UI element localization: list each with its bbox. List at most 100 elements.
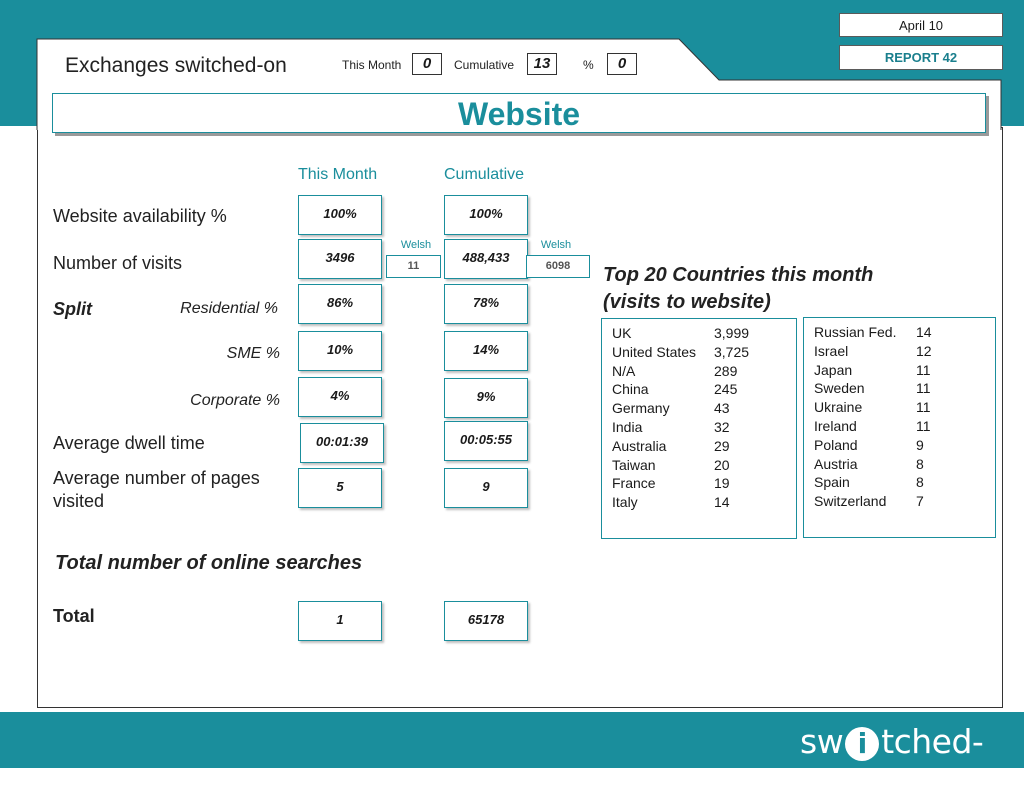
corporate-cumulative-value: 9% [444, 378, 528, 418]
country-name: UK [612, 325, 632, 341]
availability-cumulative-value: 100% [444, 195, 528, 235]
residential-month-value: 86% [298, 284, 382, 324]
country-name: N/A [612, 362, 636, 379]
column-header-cumulative: Cumulative [444, 166, 525, 183]
this-month-label: This Month [342, 58, 402, 72]
availability-label: Website availability % [53, 206, 227, 226]
country-row: Germany 43 [612, 399, 796, 418]
searches-cumulative-value: 65178 [444, 601, 528, 641]
countries-title-line1: Top 20 Countries this month [603, 264, 874, 286]
country-name: India [612, 418, 643, 435]
page-title: Website [457, 96, 581, 132]
country-name: Israel [814, 342, 849, 359]
country-name: Sweden [814, 380, 865, 397]
country-name: Ukraine [814, 399, 863, 416]
welsh-cumulative-value: 6098 [526, 255, 590, 278]
visits-month-value: 3496 [298, 239, 382, 279]
dwell-month-value: 00:01:39 [300, 423, 384, 463]
welsh-month-value: 11 [386, 255, 441, 278]
country-row: Austria 8 [814, 455, 995, 474]
country-visits: 289 [714, 362, 738, 379]
country-name: Austria [814, 455, 858, 472]
country-name: Russian Fed. [814, 324, 897, 340]
country-visits: 11 [916, 361, 931, 378]
country-row: Ukraine 11 [814, 398, 995, 417]
country-visits: 8 [916, 455, 924, 472]
country-name: Poland [814, 436, 858, 453]
pages-label-line1: Average number of pages [53, 468, 260, 488]
availability-month-value: 100% [298, 195, 382, 235]
sme-label: SME % [226, 345, 280, 362]
pages-cumulative-value: 9 [444, 468, 528, 508]
country-row: United States 3,725 [612, 343, 796, 362]
country-visits: 19 [714, 475, 730, 492]
percent-counter: 0 [607, 53, 637, 75]
country-row: Switzerland 7 [814, 492, 995, 511]
country-name: Japan [814, 361, 853, 378]
country-visits: 20 [714, 456, 730, 473]
percent-label: % [583, 58, 594, 72]
welsh-month-label: Welsh [400, 239, 432, 251]
pages-label-line2: visited [53, 491, 105, 511]
country-visits: 9 [916, 436, 924, 453]
country-visits: 3,725 [714, 343, 750, 360]
report-number: REPORT 42 [839, 45, 1003, 70]
searches-month-value: 1 [298, 601, 382, 641]
country-name: Australia [612, 437, 667, 454]
country-visits: 7 [916, 493, 924, 510]
switched-on-logo: sw i tched-on [800, 722, 1024, 800]
total-label: Total [53, 606, 95, 626]
visits-label: Number of visits [53, 253, 183, 273]
countries-title-line2: (visits to website) [603, 291, 771, 313]
corporate-month-value: 4% [298, 377, 382, 417]
country-row: N/A 289 [612, 362, 796, 381]
country-visits: 245 [714, 381, 738, 398]
country-name: China [612, 381, 649, 398]
country-row: Ireland 11 [814, 417, 995, 436]
country-row: Israel 12 [814, 342, 995, 361]
country-row: Sweden 11 [814, 379, 995, 398]
country-visits: 43 [714, 400, 730, 417]
country-name: Switzerland [814, 493, 887, 510]
country-visits: 12 [916, 342, 932, 359]
visits-cumulative-value: 488,433 [444, 239, 528, 279]
cumulative-counter: 13 [527, 53, 557, 75]
country-visits: 8 [916, 474, 924, 491]
country-visits: 11 [916, 417, 931, 434]
country-name: France [612, 475, 656, 492]
corporate-label: Corporate % [190, 392, 280, 409]
country-row: Russian Fed. 14 [814, 323, 995, 342]
dwell-label: Average dwell time [53, 433, 205, 453]
country-row: France 19 [612, 474, 796, 493]
country-row: Italy 14 [612, 493, 796, 512]
country-visits: 29 [714, 437, 730, 454]
residential-cumulative-value: 78% [444, 284, 528, 324]
country-name: Taiwan [612, 456, 656, 473]
cumulative-label: Cumulative [454, 58, 515, 72]
this-month-counter: 0 [412, 53, 442, 75]
country-visits: 11 [916, 380, 931, 397]
country-row: Taiwan 20 [612, 456, 796, 475]
pages-month-value: 5 [298, 468, 382, 508]
country-row: Australia 29 [612, 437, 796, 456]
sme-month-value: 10% [298, 331, 382, 371]
country-visits: 14 [714, 494, 730, 511]
date-label: April 10 [839, 13, 1003, 37]
logo-text-prefix: sw [800, 722, 844, 761]
country-visits: 3,999 [714, 325, 750, 341]
country-row: Poland 9 [814, 436, 995, 455]
country-row: Spain 8 [814, 473, 995, 492]
searches-heading: Total number of online searches [55, 552, 363, 574]
country-name: Germany [612, 400, 670, 417]
column-header-this-month: This Month [298, 166, 378, 183]
country-visits: 32 [714, 418, 730, 435]
country-name: Italy [612, 494, 638, 511]
country-name: United States [612, 343, 697, 360]
country-row: Japan 11 [814, 361, 995, 380]
split-label: Split [53, 299, 92, 319]
country-row: India 32 [612, 418, 796, 437]
country-name: Spain [814, 474, 850, 491]
logo-i-badge: i [845, 726, 880, 761]
country-row: China 245 [612, 380, 796, 399]
country-name: Ireland [814, 417, 857, 434]
